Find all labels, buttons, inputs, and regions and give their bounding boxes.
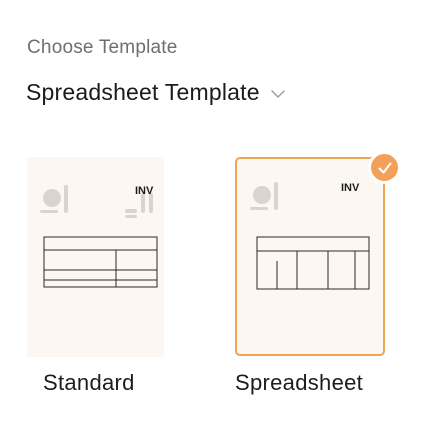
checkmark-icon: [378, 162, 391, 173]
thumb-logo-dot: [43, 189, 61, 207]
template-title-standard[interactable]: Standard: [43, 370, 135, 396]
choose-template-heading: Choose Template: [27, 37, 178, 58]
thumb-inv-label: INV: [135, 185, 154, 197]
template-title-spreadsheet[interactable]: Spreadsheet: [235, 370, 363, 396]
spreadsheet-template-thumbnail: INV: [250, 182, 370, 290]
thumb-logo-dot: [253, 186, 271, 204]
selected-check-badge: [368, 151, 401, 184]
standard-template-thumbnail: INV: [40, 185, 158, 288]
template-card-standard[interactable]: INV: [27, 157, 164, 357]
template-card-spreadsheet[interactable]: INV: [235, 157, 385, 356]
thumb-table: [43, 236, 158, 288]
thumb-table: [256, 236, 370, 290]
template-dropdown-value: Spreadsheet Template: [26, 78, 260, 105]
chevron-down-icon: [270, 85, 286, 101]
template-dropdown[interactable]: Spreadsheet Template: [26, 74, 286, 110]
thumb-inv-label: INV: [341, 182, 360, 194]
